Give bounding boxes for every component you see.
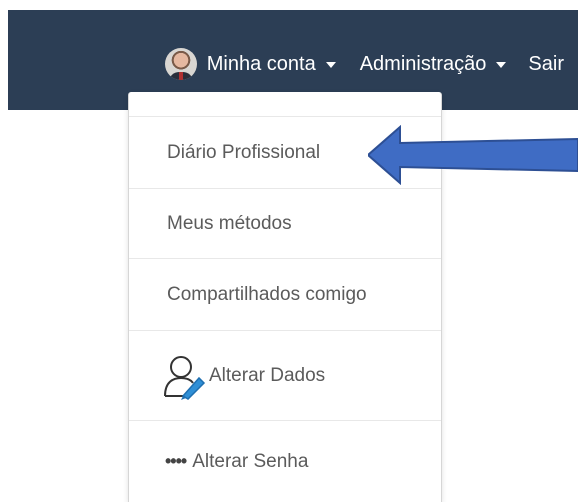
logout-label: Sair (528, 52, 564, 75)
logout-link[interactable]: Sair (528, 53, 564, 76)
navbar-menu: Minha conta Administração Sair (164, 48, 564, 80)
admin-menu-label: Administração (359, 52, 487, 75)
menu-item-alterar-senha[interactable]: •••• Alterar Senha (129, 420, 441, 502)
menu-item-alterar-dados[interactable]: Alterar Dados (129, 330, 441, 420)
menu-item-compartilhados-comigo[interactable]: Compartilhados comigo (129, 258, 441, 330)
menu-item-label: Diário Profissional (167, 141, 321, 163)
password-dots-icon: •••• (165, 451, 187, 471)
menu-item-meus-metodos[interactable]: Meus métodos (129, 188, 441, 258)
account-menu-toggle[interactable]: Minha conta (207, 53, 336, 76)
admin-menu-toggle[interactable]: Administração (360, 53, 507, 76)
page: Minha conta Administração Sair Diário Pr… (0, 0, 578, 502)
chevron-down-icon (496, 62, 507, 68)
avatar-tie (178, 72, 183, 80)
user-edit-icon (164, 355, 206, 400)
chevron-down-icon (325, 62, 336, 68)
avatar[interactable] (164, 48, 197, 80)
account-menu-label: Minha conta (206, 52, 316, 75)
menu-item-label: Meus métodos (167, 212, 292, 234)
menu-item-label: Compartilhados comigo (167, 283, 367, 305)
menu-item-label: Alterar Dados (209, 364, 326, 386)
arrow-left-icon (368, 125, 578, 185)
menu-item-label: Alterar Senha (192, 450, 309, 472)
